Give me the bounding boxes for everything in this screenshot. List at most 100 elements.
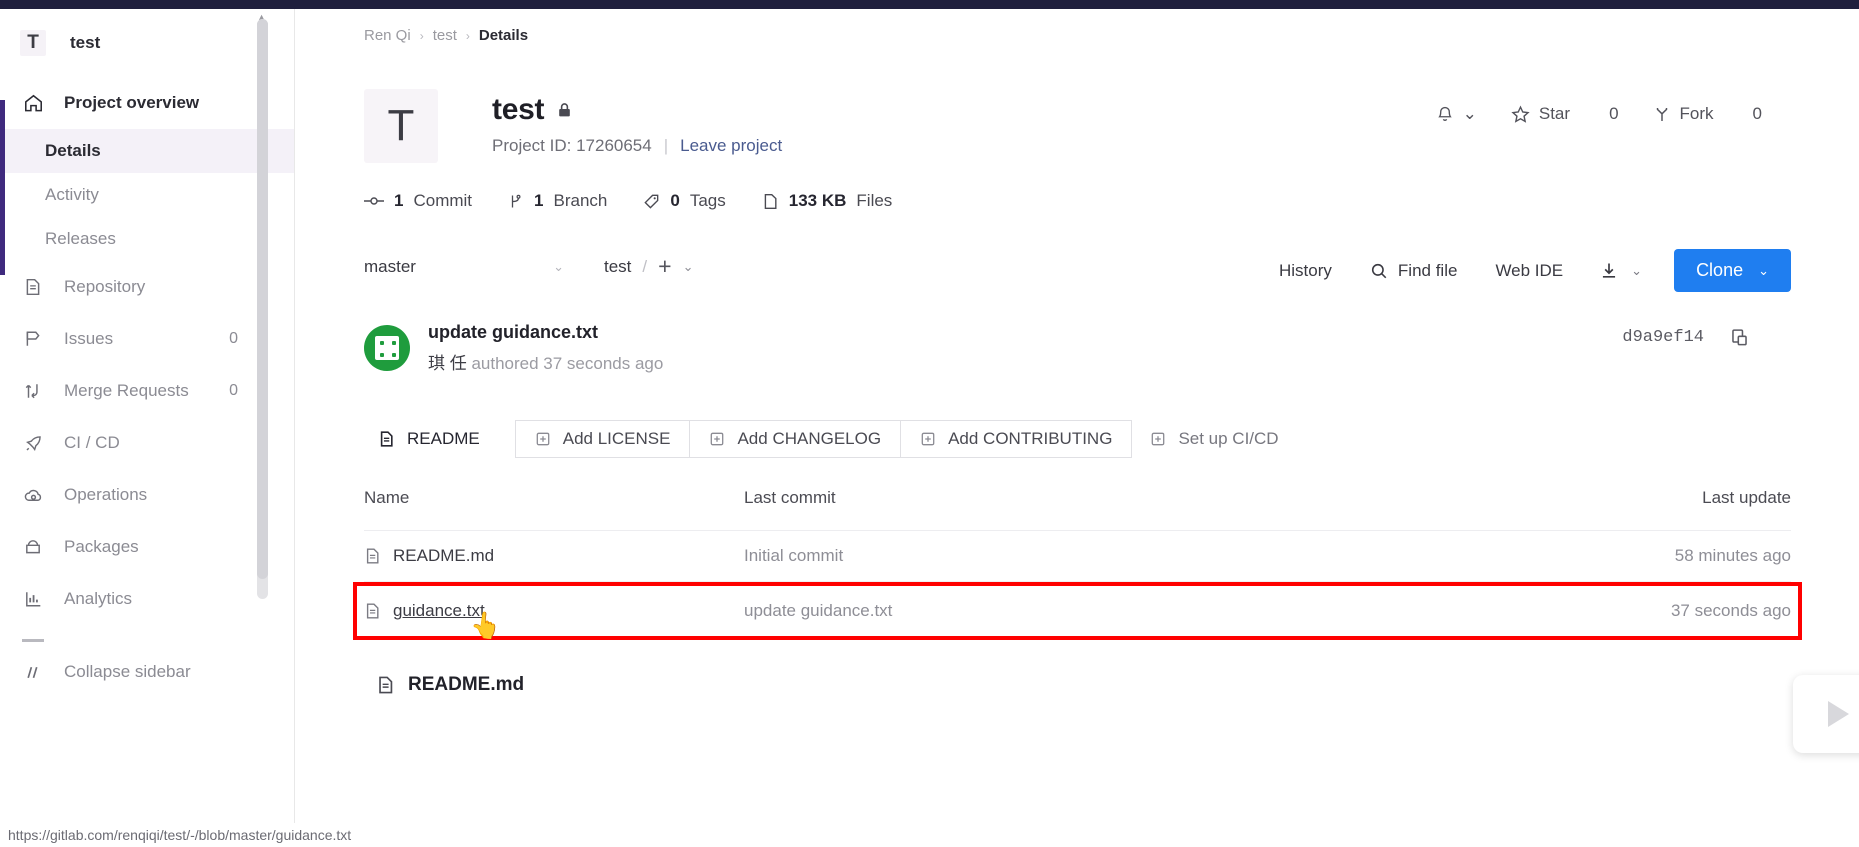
copy-icon[interactable] — [1730, 328, 1749, 347]
sidebar-item-repository[interactable]: Repository — [0, 261, 294, 313]
path-root[interactable]: test — [604, 257, 631, 277]
history-button[interactable]: History — [1260, 261, 1351, 281]
setup-ci-cd-button[interactable]: Set up CI/CD — [1131, 420, 1297, 458]
file-action-label: Add CONTRIBUTING — [948, 429, 1113, 448]
breadcrumb-item-user[interactable]: Ren Qi — [364, 27, 411, 44]
branch-icon — [508, 193, 524, 210]
stat-tags[interactable]: 0 Tags — [643, 191, 726, 211]
sidebar-item-project-overview[interactable]: Project overview — [0, 77, 294, 129]
lock-icon — [556, 101, 573, 124]
notification-caret-icon: ⌄ — [1462, 104, 1477, 123]
file-icon — [364, 547, 381, 565]
sidebar-item-label: Collapse sidebar — [64, 662, 191, 681]
stat-files[interactable]: 133 KB Files — [762, 191, 893, 211]
chevron-down-icon[interactable]: ⌄ — [683, 259, 694, 275]
sidebar-project-header[interactable]: T test — [0, 9, 294, 77]
project-id: Project ID: 17260654 — [492, 136, 652, 155]
sidebar-scrollbar-thumb[interactable] — [257, 19, 268, 579]
find-file-label: Find file — [1397, 260, 1458, 280]
notification-dropdown[interactable]: ⌄ — [1419, 104, 1494, 124]
tag-icon — [643, 193, 660, 210]
file-name-cell[interactable]: guidance.txt — [364, 601, 744, 621]
leave-project-link[interactable]: Leave project — [680, 136, 782, 156]
clone-label: Clone — [1696, 260, 1744, 280]
sidebar-item-ci-cd[interactable]: CI / CD — [0, 417, 294, 469]
rocket-icon — [22, 432, 44, 454]
sidebar-item-collapse[interactable]: Collapse sidebar — [0, 646, 294, 698]
commit-author[interactable]: 琪 任 — [428, 354, 467, 373]
header-actions: ⌄ Star 0 Fork 0 — [1419, 104, 1779, 124]
readme-section-header: README.md — [296, 640, 1859, 696]
commit-byline: 琪 任 authored 37 seconds ago — [428, 349, 663, 374]
chart-icon — [22, 588, 44, 610]
path-breadcrumb: test / + ⌄ — [604, 253, 693, 280]
table-header-row: Name Last commit Last update — [364, 488, 1791, 531]
commit-message[interactable]: update guidance.txt — [428, 322, 663, 343]
sidebar-subitem-label: Activity — [45, 185, 99, 204]
stat-branches[interactable]: 1 Branch — [508, 191, 607, 211]
sidebar-subitem-label: Releases — [45, 229, 116, 248]
table-row[interactable]: README.md Initial commit 58 minutes ago — [364, 531, 1791, 582]
stat-value: 0 — [670, 191, 680, 210]
sidebar-item-label: Merge Requests — [64, 381, 189, 400]
commit-sha-group: d9a9ef14 — [1622, 328, 1749, 347]
sidebar-item-analytics[interactable]: Analytics — [0, 573, 294, 625]
cloud-gear-icon — [22, 484, 44, 506]
stat-label: Tags — [689, 191, 726, 210]
file-table: Name Last commit Last update README.md I… — [296, 458, 1859, 642]
add-contributing-button[interactable]: Add CONTRIBUTING — [900, 420, 1133, 458]
branch-selector[interactable]: master ⌄ — [364, 257, 564, 277]
file-last-commit[interactable]: Initial commit — [744, 546, 1444, 566]
sidebar-subitem-label: Details — [45, 141, 101, 160]
web-ide-label: Web IDE — [1495, 260, 1564, 280]
download-icon — [1600, 261, 1618, 280]
branch-name: master — [364, 256, 416, 276]
file-action-label: README — [407, 429, 480, 448]
breadcrumb-item-details: Details — [478, 27, 529, 44]
add-file-button[interactable]: + — [658, 253, 671, 280]
chevron-down-icon: ⌄ — [1631, 262, 1643, 278]
star-icon — [1511, 104, 1530, 124]
sidebar-item-releases[interactable]: Releases — [0, 217, 294, 261]
add-changelog-button[interactable]: Add CHANGELOG — [689, 420, 902, 458]
add-license-button[interactable]: Add LICENSE — [514, 420, 691, 458]
find-file-button[interactable]: Find file — [1351, 261, 1477, 281]
column-header-name: Name — [364, 488, 410, 507]
star-button[interactable]: Star 0 — [1494, 104, 1636, 124]
table-row[interactable]: guidance.txt update guidance.txt 37 seco… — [353, 582, 1802, 642]
breadcrumb-item-project[interactable]: test — [433, 27, 457, 44]
sidebar: T test Project overview Details Activity… — [0, 9, 295, 847]
readme-icon — [376, 675, 395, 695]
stat-label: Files — [856, 191, 893, 210]
web-ide-button[interactable]: Web IDE — [1476, 261, 1582, 281]
readme-button[interactable]: README — [364, 420, 499, 458]
commit-sha[interactable]: d9a9ef14 — [1622, 328, 1704, 347]
sidebar-item-activity[interactable]: Activity — [0, 173, 294, 217]
status-bar-url: https://gitlab.com/renqiqi/test/-/blob/m… — [8, 827, 352, 843]
floating-video-widget[interactable] — [1793, 675, 1859, 753]
file-action-buttons: README Add LICENSE Add CHANGELOG Add CON… — [296, 374, 1859, 458]
fork-button[interactable]: Fork 0 — [1636, 104, 1779, 124]
project-meta: test Project ID: 17260654 | Leave projec… — [492, 89, 782, 156]
stat-commits[interactable]: 1 Commit — [364, 191, 472, 211]
download-button[interactable]: ⌄ — [1582, 261, 1660, 280]
file-name-cell[interactable]: README.md — [364, 546, 744, 566]
package-icon — [22, 536, 44, 558]
file-last-commit[interactable]: update guidance.txt — [744, 601, 1444, 621]
issues-icon — [22, 328, 44, 350]
sidebar-item-issues[interactable]: Issues 0 — [0, 313, 294, 365]
sidebar-scrollbar[interactable] — [257, 19, 268, 599]
bell-icon — [1436, 105, 1454, 124]
sidebar-item-packages[interactable]: Packages — [0, 521, 294, 573]
sidebar-item-operations[interactable]: Operations — [0, 469, 294, 521]
home-icon — [22, 92, 44, 114]
sidebar-item-merge-requests[interactable]: Merge Requests 0 — [0, 365, 294, 417]
sidebar-divider — [22, 639, 44, 642]
path-separator: / — [642, 256, 648, 276]
file-name[interactable]: README.md — [393, 546, 494, 566]
play-icon — [1827, 701, 1849, 727]
stat-value: 1 — [394, 191, 404, 210]
avatar[interactable] — [364, 325, 410, 371]
stat-label: Commit — [413, 191, 473, 210]
sidebar-item-details[interactable]: Details — [0, 129, 294, 173]
